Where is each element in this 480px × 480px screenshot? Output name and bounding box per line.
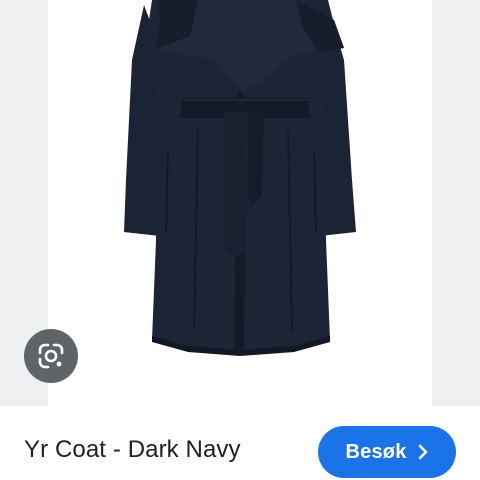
google-lens-button[interactable] <box>24 329 78 383</box>
product-image[interactable] <box>48 0 432 406</box>
coat-illustration <box>124 0 356 356</box>
chevron-right-icon <box>418 444 427 460</box>
visit-button-label: Besøk <box>345 440 407 463</box>
google-lens-icon <box>38 343 64 369</box>
product-preview-screen: Yr Coat - Dark Navy Besøk <box>0 0 480 480</box>
product-footer: Yr Coat - Dark Navy Besøk <box>0 406 480 480</box>
image-viewer[interactable] <box>0 0 480 406</box>
product-title[interactable]: Yr Coat - Dark Navy <box>24 433 241 467</box>
visit-button[interactable]: Besøk <box>318 426 456 478</box>
